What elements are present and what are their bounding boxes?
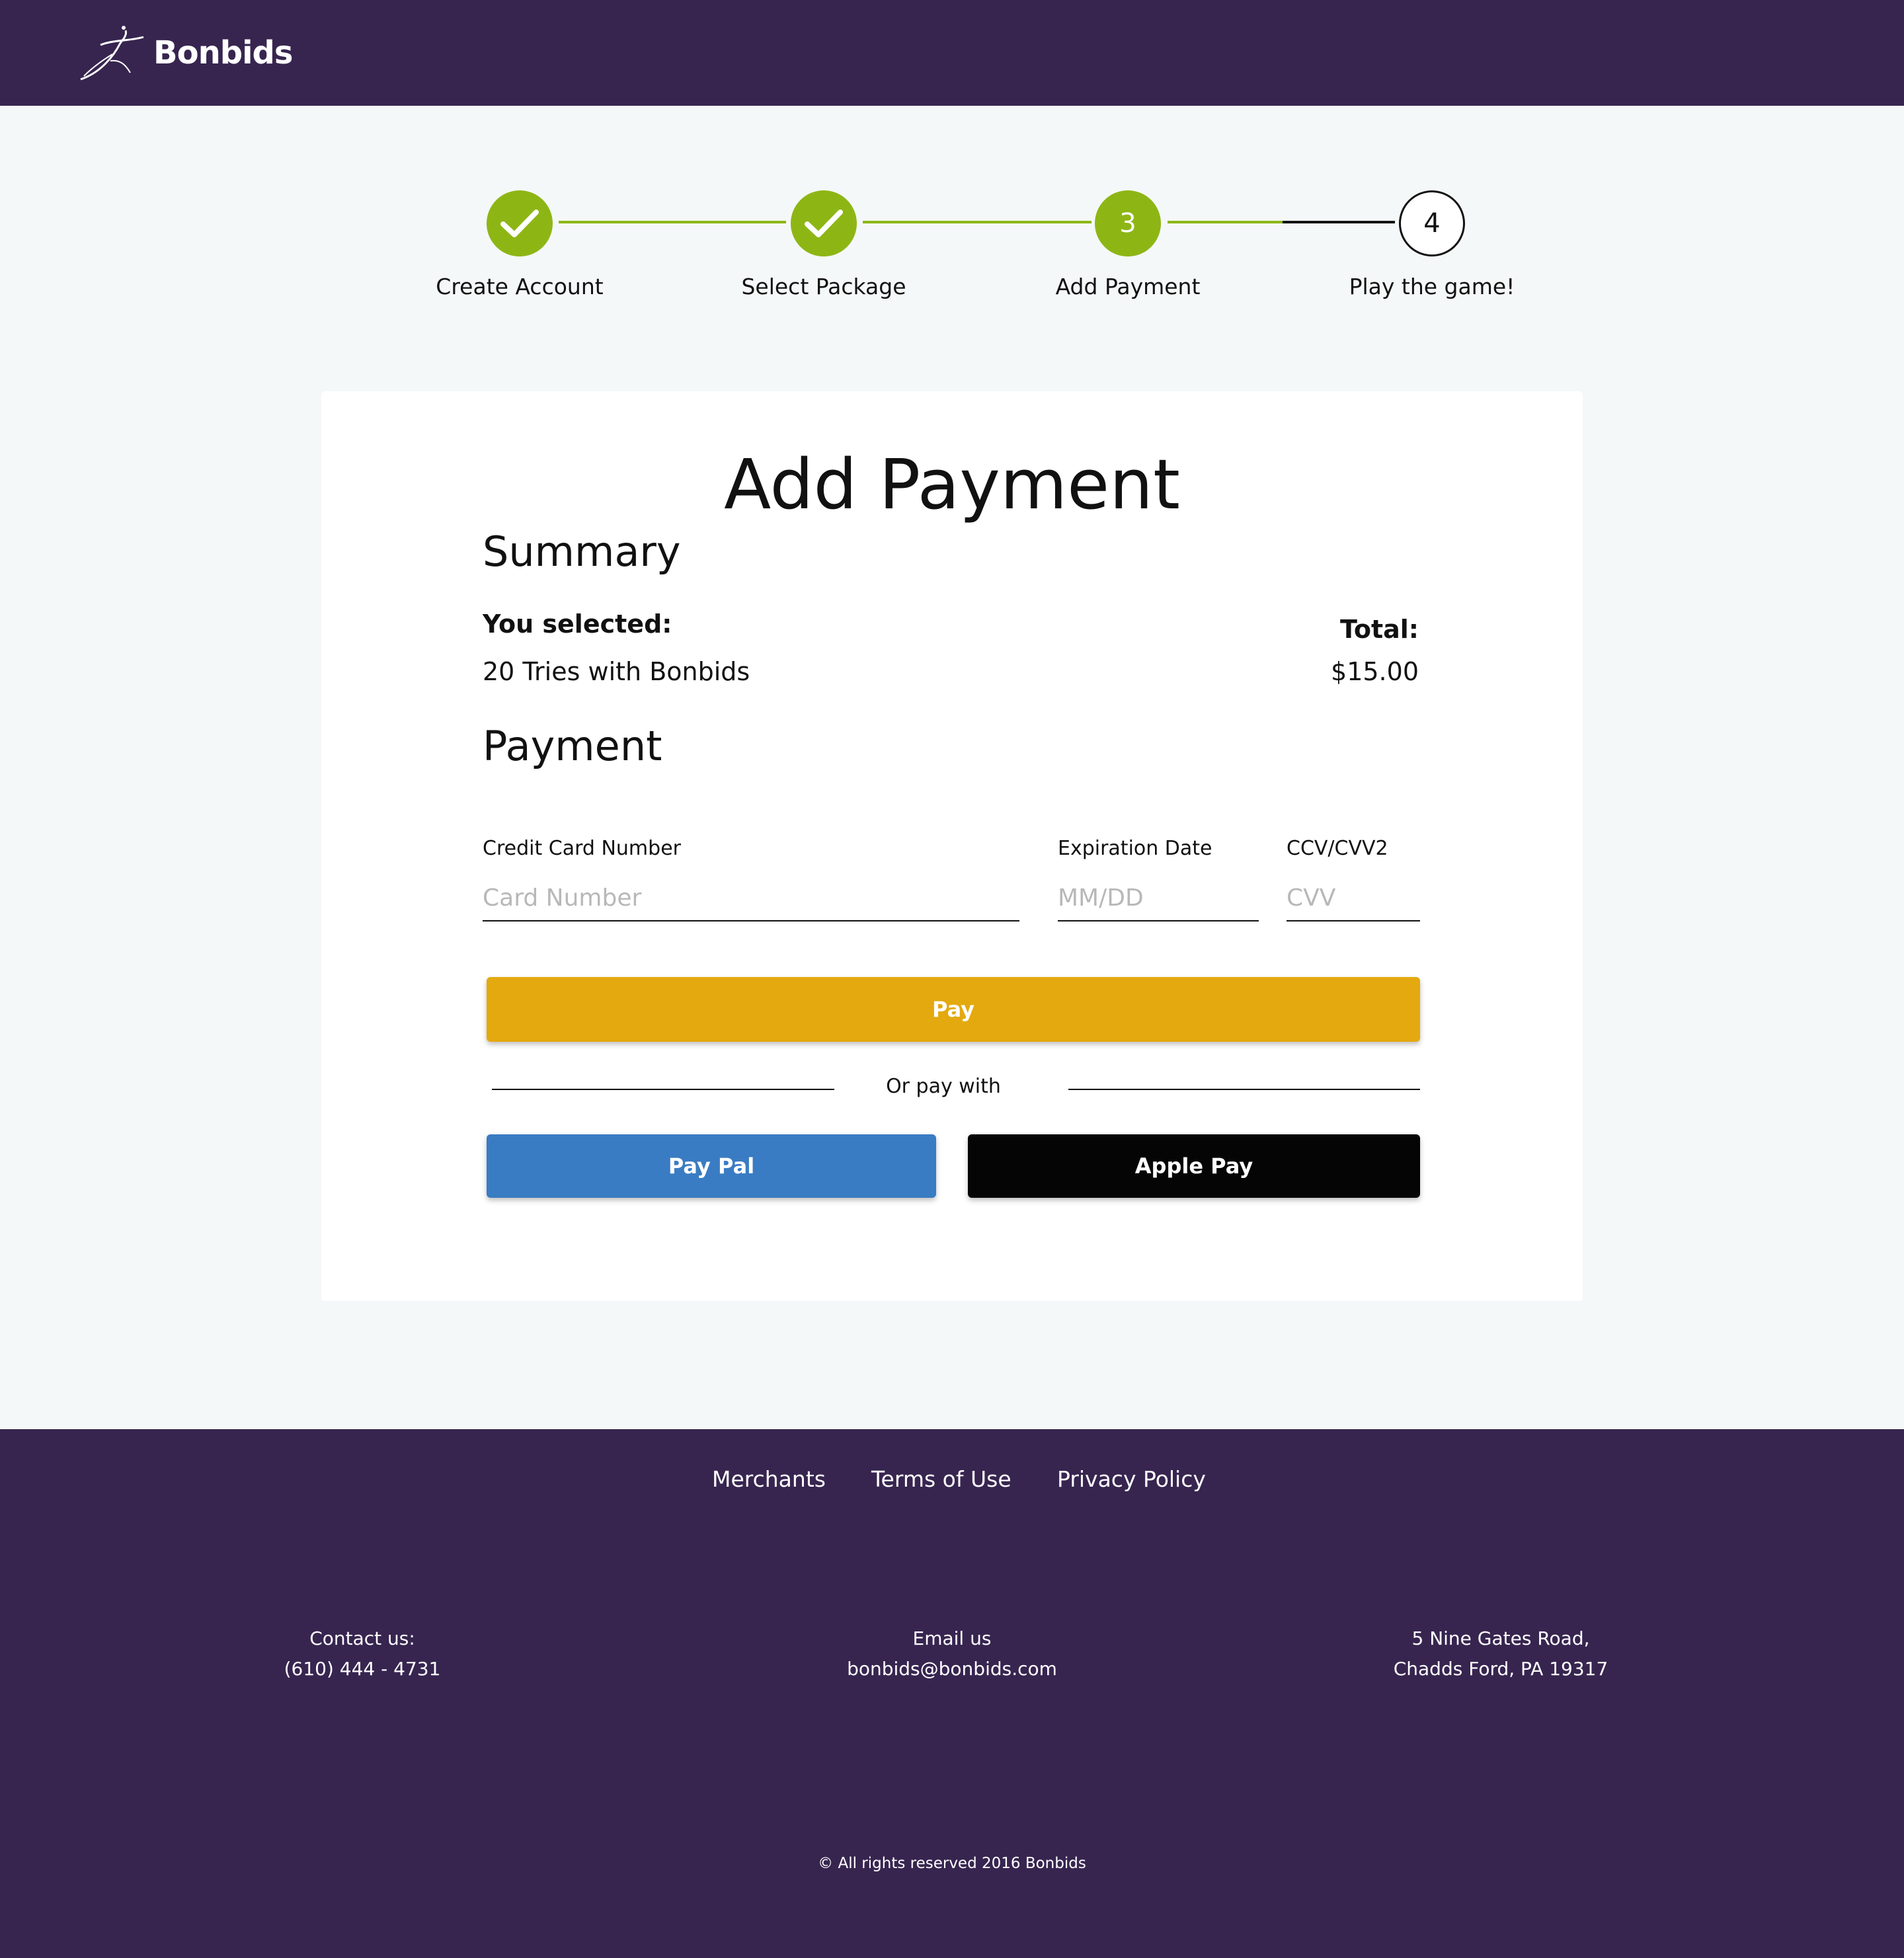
step-label: Create Account [436, 274, 604, 299]
step-number: 3 [1095, 190, 1161, 256]
cvv-input[interactable] [1287, 875, 1420, 921]
contact-label: Contact us: [309, 1627, 415, 1649]
step-select-package: Select Package [692, 190, 956, 299]
brand-name: Bonbids [153, 34, 293, 71]
divider-left [492, 1089, 834, 1090]
divider-right [1068, 1089, 1420, 1090]
card-number-input[interactable] [483, 875, 1019, 921]
pay-button[interactable]: Pay [487, 977, 1420, 1042]
total-value: $15.00 [1331, 657, 1419, 686]
contact-info: Contact us: (610) 444 - 4731 [197, 1624, 528, 1684]
step-play-game: 4 Play the game! [1300, 190, 1564, 299]
summary-heading: Summary [483, 528, 681, 576]
step-add-payment: 3 Add Payment [996, 190, 1260, 299]
apple-pay-button[interactable]: Apple Pay [968, 1134, 1420, 1198]
payment-card: Add Payment Summary You selected: 20 Tri… [321, 391, 1583, 1301]
address-line2: Chadds Ford, PA 19317 [1393, 1658, 1608, 1680]
top-header: Bonbids [0, 0, 1904, 106]
step-label: Play the game! [1349, 274, 1515, 299]
progress-stepper: Create Account Select Package 3 Add Paym… [0, 190, 1904, 323]
address-line1: 5 Nine Gates Road, [1411, 1627, 1590, 1649]
address-info: 5 Nine Gates Road, Chadds Ford, PA 19317 [1335, 1624, 1666, 1684]
contact-phone[interactable]: (610) 444 - 4731 [197, 1654, 528, 1684]
paypal-button[interactable]: Pay Pal [487, 1134, 936, 1198]
check-icon [487, 190, 553, 256]
page-footer: Merchants Terms of Use Privacy Policy Co… [0, 1429, 1904, 1958]
expiration-label: Expiration Date [1058, 837, 1212, 860]
footer-link-privacy[interactable]: Privacy Policy [1057, 1466, 1206, 1492]
check-icon [791, 190, 857, 256]
page-title: Add Payment [724, 444, 1180, 525]
email-link[interactable]: bonbids@bonbids.com [787, 1654, 1117, 1684]
payment-heading: Payment [483, 722, 662, 770]
step-label: Add Payment [1055, 274, 1201, 299]
card-number-label: Credit Card Number [483, 837, 681, 860]
email-info: Email us bonbids@bonbids.com [787, 1624, 1117, 1684]
or-pay-with-text: Or pay with [886, 1075, 1001, 1098]
expiration-input[interactable] [1058, 875, 1259, 921]
copyright-text: © All rights reserved 2016 Bonbids [818, 1855, 1086, 1872]
cvv-label: CCV/CVV2 [1287, 837, 1388, 860]
selected-label: You selected: [483, 609, 672, 639]
brand-logo[interactable]: Bonbids [74, 20, 293, 86]
footer-link-terms[interactable]: Terms of Use [871, 1466, 1012, 1492]
total-label: Total: [1339, 615, 1419, 644]
step-label: Select Package [741, 274, 906, 299]
step-create-account: Create Account [387, 190, 652, 299]
footer-link-merchants[interactable]: Merchants [712, 1466, 826, 1492]
selected-value: 20 Tries with Bonbids [483, 657, 750, 686]
step-number: 4 [1399, 190, 1465, 256]
email-label: Email us [912, 1627, 992, 1649]
runner-logo-icon [80, 26, 144, 81]
